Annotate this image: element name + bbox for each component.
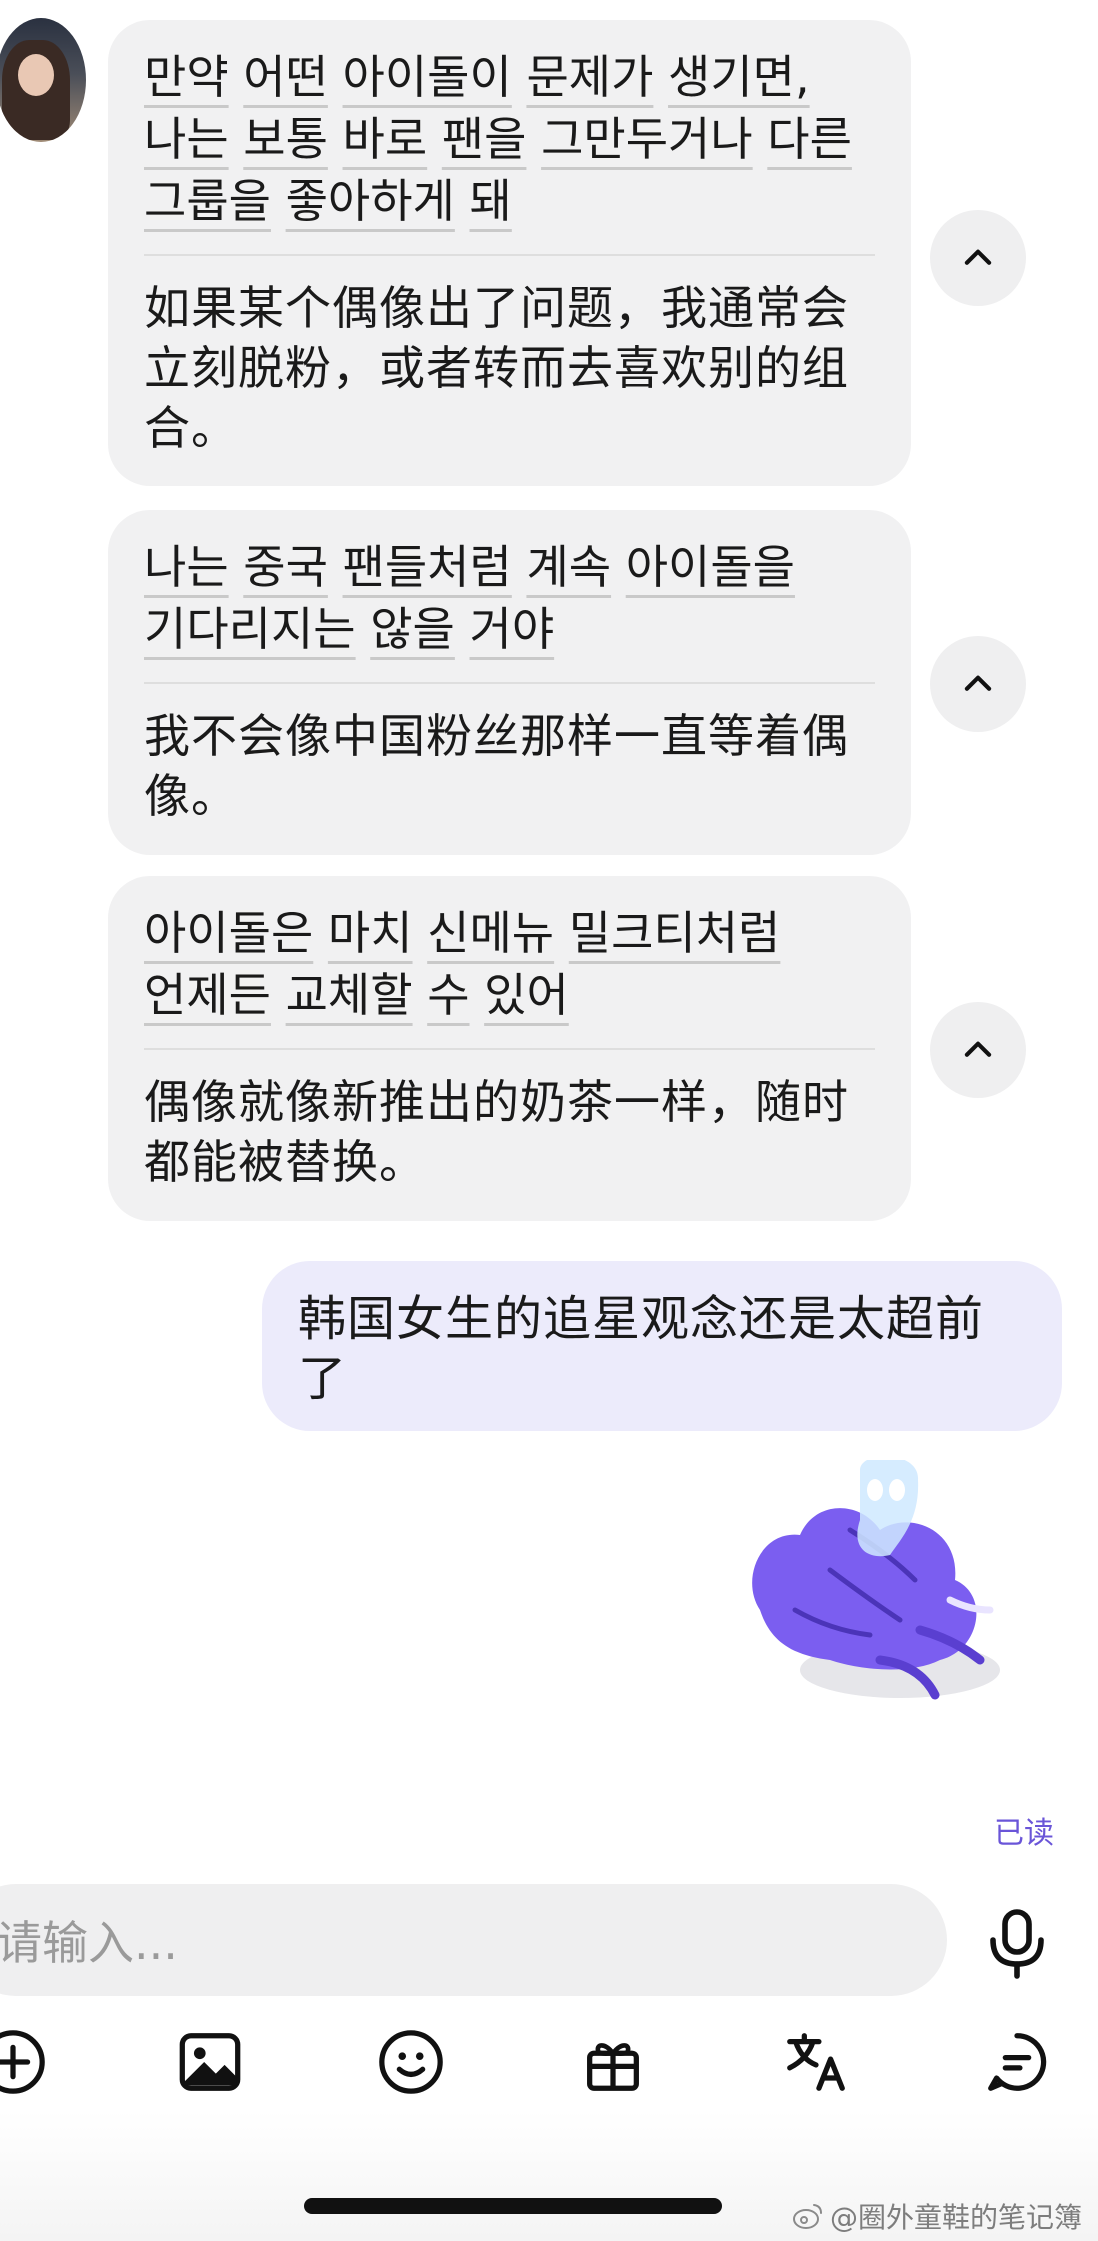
korean-text: 만약 어떤 아이돌이 문제가 생기면, 나는 보통 바로 팬을 그만두거나 다른… <box>144 20 875 256</box>
collapse-translation-button[interactable] <box>930 210 1026 306</box>
collapse-translation-button[interactable] <box>930 1002 1026 1098</box>
message-input[interactable]: 请输入... <box>0 1884 947 1996</box>
weibo-icon <box>793 2204 822 2229</box>
read-status: 已读 <box>994 1816 1054 1851</box>
sent-message: 韩国女生的追星观念还是太超前了 <box>262 1261 1062 1431</box>
contact-avatar[interactable] <box>0 18 86 142</box>
image-icon[interactable] <box>175 2027 245 2097</box>
plus-icon[interactable] <box>0 2027 48 2097</box>
watermark-text: @圈外童鞋的笔记簿 <box>830 2201 1083 2234</box>
chinese-translation: 我不会像中国粉丝那样一直等着偶像。 <box>144 709 849 823</box>
korean-text: 아이돌은 마치 신메뉴 밀크티처럼 언제든 교체할 수 있어 <box>144 876 875 1050</box>
chinese-translation: 如果某个偶像出了问题，我通常会立刻脱粉，或者转而去喜欢别的组合。 <box>144 281 849 455</box>
chinese-translation: 偶像就像新推出的奶茶一样，随时都能被替换。 <box>144 1075 849 1189</box>
home-indicator[interactable] <box>304 2198 722 2214</box>
emoji-icon[interactable] <box>376 2027 446 2097</box>
chevron-up-icon <box>964 1041 992 1057</box>
received-message-1: 만약 어떤 아이돌이 문제가 생기면, 나는 보통 바로 팬을 그만두거나 다른… <box>108 20 911 486</box>
received-message-3: 아이돌은 마치 신메뉴 밀크티처럼 언제든 교체할 수 있어 偶像就像新推出的奶… <box>108 876 911 1221</box>
collapse-translation-button[interactable] <box>930 636 1026 732</box>
input-placeholder: 请输入... <box>0 1916 178 1970</box>
korean-text: 나는 중국 팬들처럼 계속 아이돌을 기다리지는 않을 거야 <box>144 510 875 684</box>
ghost-sticker <box>752 1460 1000 1700</box>
watermark: @圈外童鞋的笔记簿 <box>792 2196 1082 2236</box>
gift-icon[interactable] <box>578 2027 648 2097</box>
received-message-2: 나는 중국 팬들처럼 계속 아이돌을 기다리지는 않을 거야 我不会像中国粉丝那… <box>108 510 911 855</box>
chevron-up-icon <box>964 675 992 691</box>
chevron-up-icon <box>964 249 992 265</box>
microphone-icon[interactable] <box>985 1908 1049 1980</box>
chat-icon[interactable] <box>982 2027 1052 2097</box>
translate-icon[interactable] <box>781 2027 851 2097</box>
